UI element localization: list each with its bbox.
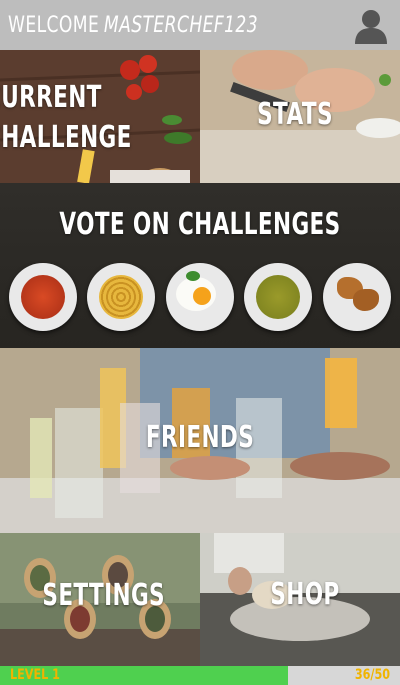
xp-counter: 36/50 (354, 667, 390, 683)
current-challenge-tile[interactable]: CURRENT CHALLENGE (0, 50, 200, 183)
vote-dish-fried-egg[interactable] (166, 263, 234, 331)
user-silhouette-icon[interactable] (354, 8, 388, 44)
welcome-message: WELCOME MASTERCHEF123 (8, 12, 258, 40)
current-challenge-label: CURRENT CHALLENGE (0, 80, 132, 155)
username: MASTERCHEF123 (103, 13, 259, 38)
shop-label: SHOP (270, 577, 340, 612)
vote-dish-pea-soup[interactable] (244, 263, 312, 331)
settings-tile[interactable]: SETTINGS (0, 533, 200, 666)
shop-tile[interactable]: SHOP (200, 533, 400, 666)
vote-dish-spaghetti[interactable] (87, 263, 155, 331)
app-header: WELCOME MASTERCHEF123 (0, 0, 400, 50)
vote-dish-tomato-stew[interactable] (9, 263, 77, 331)
friends-tile[interactable]: FRIENDS (0, 348, 400, 533)
settings-label: SETTINGS (42, 578, 165, 613)
level-progress-bar: LEVEL 1 36/50 (0, 666, 400, 685)
stats-label: STATS (257, 97, 333, 132)
friends-label: FRIENDS (145, 420, 255, 455)
vote-dish-croissants[interactable] (323, 263, 391, 331)
vote-challenges-tile[interactable]: VOTE ON CHALLENGES (0, 183, 400, 348)
vote-challenges-label: VOTE ON CHALLENGES (59, 207, 341, 242)
welcome-label: WELCOME (8, 13, 100, 38)
stats-tile[interactable]: STATS (200, 50, 400, 183)
level-label: LEVEL 1 (10, 667, 60, 683)
